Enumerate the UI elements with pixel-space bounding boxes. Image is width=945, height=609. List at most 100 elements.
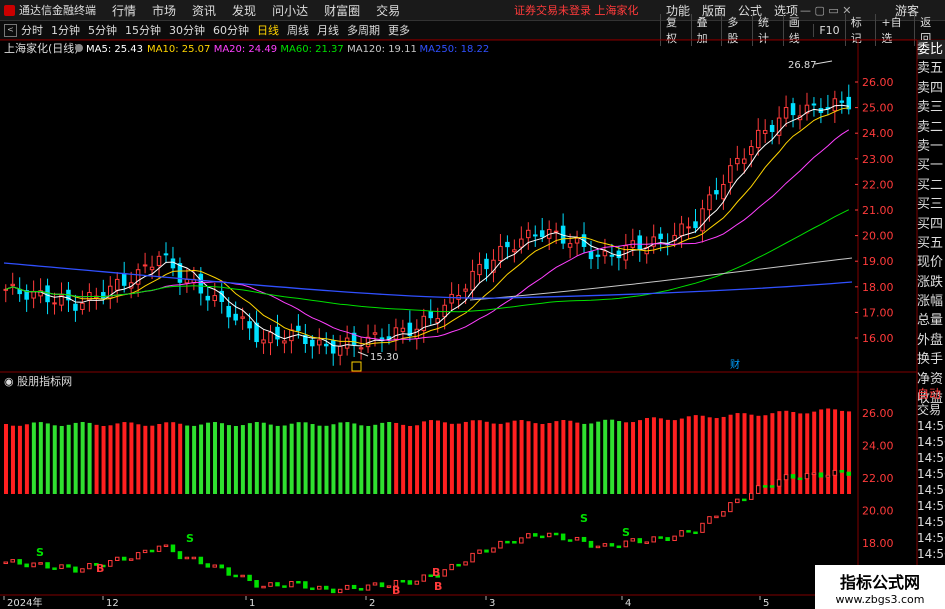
ind-candle-73 — [512, 540, 517, 544]
candle-body-29 — [205, 295, 211, 301]
indicator-name: ◉ 股朋指标网 — [4, 374, 72, 388]
candle-body-53 — [372, 332, 378, 335]
ind-bar-13 — [94, 424, 99, 494]
ind-bar-16 — [115, 423, 120, 494]
chart-area: 上海家化(日线) MA5: 25.43 MA10: 25.07 MA20: 24.49… — [0, 39, 918, 609]
ind-bar-25 — [178, 423, 183, 494]
candle-body-104 — [728, 165, 733, 183]
ind-bar-62 — [435, 420, 440, 494]
ind-bar-7 — [52, 425, 57, 494]
ind-bar-12 — [87, 422, 92, 494]
ind-candle-11 — [80, 568, 85, 573]
ind-bar-102 — [714, 418, 719, 494]
candle-body-56 — [393, 327, 399, 340]
ind-candle-6 — [45, 562, 50, 569]
ind-candle-50 — [351, 584, 357, 589]
ind-bar-84 — [589, 423, 594, 494]
ind-bar-27 — [192, 425, 197, 494]
ind-candle-76 — [533, 533, 538, 537]
ind-candle-72 — [505, 540, 510, 544]
price-tick-10: 16.00 — [862, 332, 894, 345]
ind-bar-53 — [373, 424, 378, 494]
candle-body-7 — [52, 302, 57, 305]
candle-body-21 — [149, 266, 155, 271]
ind-bar-113 — [791, 412, 796, 494]
ind-candle-113 — [790, 474, 796, 479]
price-tick-8: 18.00 — [862, 281, 894, 294]
ind-bar-59 — [415, 425, 420, 494]
candle-body-112 — [783, 107, 789, 119]
ind-bar-43 — [303, 422, 308, 494]
ind-candle-49 — [344, 584, 350, 590]
ind-bar-60 — [422, 421, 427, 494]
ind-bar-15 — [108, 425, 113, 494]
signal-marker-5: S — [580, 512, 588, 525]
ind-bar-66 — [463, 421, 468, 494]
ind-bar-94 — [658, 418, 663, 494]
candle-body-86 — [602, 250, 608, 257]
candle-body-0 — [3, 288, 8, 291]
ind-candle-104 — [728, 502, 733, 513]
ind-bar-119 — [833, 409, 838, 494]
candle-body-91 — [637, 235, 643, 250]
ind-bar-33 — [233, 425, 238, 494]
ind-candle-42 — [296, 580, 301, 584]
x-tick-2: 1 — [249, 598, 255, 609]
ind-bar-104 — [728, 414, 733, 494]
event-marker-icon — [351, 361, 362, 372]
candle-body-42 — [296, 325, 301, 331]
ind-bar-51 — [359, 425, 364, 494]
candle-body-106 — [742, 158, 747, 164]
candle-body-82 — [574, 237, 580, 244]
ind-bar-114 — [798, 413, 803, 494]
ind-bar-89 — [624, 422, 629, 494]
high-pointer — [814, 60, 833, 65]
high-label: 26.87 — [788, 60, 817, 71]
candle-body-49 — [344, 337, 350, 349]
ind-candle-75 — [526, 533, 531, 539]
ind-bar-57 — [401, 424, 406, 494]
candle-body-34 — [240, 316, 245, 319]
candle-body-108 — [755, 129, 761, 149]
price-tick-6: 20.00 — [862, 230, 894, 243]
ind-candle-80 — [560, 533, 566, 541]
ind-bar-40 — [282, 425, 287, 494]
x-tick-4: 3 — [489, 598, 495, 609]
ind-bar-11 — [80, 422, 85, 494]
ind-candle-82 — [574, 536, 580, 541]
ind-candle-92 — [644, 541, 649, 544]
ind-candle-108 — [755, 485, 761, 494]
ind-candle-0 — [3, 561, 8, 565]
candle-body-51 — [358, 347, 364, 350]
ind-bar-17 — [122, 422, 127, 494]
ind-candle-66 — [463, 561, 468, 566]
candle-body-116 — [811, 103, 817, 106]
ind-candle-118 — [825, 474, 831, 478]
ind-candle-65 — [456, 563, 461, 567]
ind-bar-93 — [651, 417, 656, 494]
ind-bar-22 — [157, 423, 162, 494]
ind-bar-96 — [672, 420, 677, 494]
candle-body-39 — [275, 326, 280, 340]
candle-body-69 — [484, 258, 489, 270]
ind-candle-55 — [386, 585, 392, 588]
ind-candle-106 — [742, 498, 747, 502]
ind-bar-76 — [533, 423, 538, 494]
ind-bar-120 — [840, 410, 845, 494]
candle-body-74 — [519, 238, 524, 248]
ind-bar-70 — [491, 423, 496, 494]
candle-body-1 — [10, 283, 15, 287]
ind-bar-37 — [261, 422, 266, 494]
price-tick-2: 24.00 — [862, 127, 894, 140]
stock-label: 上海家化(日线) — [4, 41, 79, 55]
ind-candle-20 — [142, 549, 148, 554]
ind-candle-1 — [10, 559, 15, 563]
ma-label-1: MA10: 25.07 — [147, 44, 210, 55]
ind-tick-4: 18.00 — [862, 537, 894, 550]
ind-bar-101 — [707, 417, 712, 494]
ind-bar-116 — [812, 411, 817, 494]
ind-bar-49 — [345, 422, 350, 494]
ind-candle-18 — [128, 558, 134, 561]
ind-candle-45 — [317, 585, 322, 590]
ind-bar-36 — [254, 422, 259, 494]
